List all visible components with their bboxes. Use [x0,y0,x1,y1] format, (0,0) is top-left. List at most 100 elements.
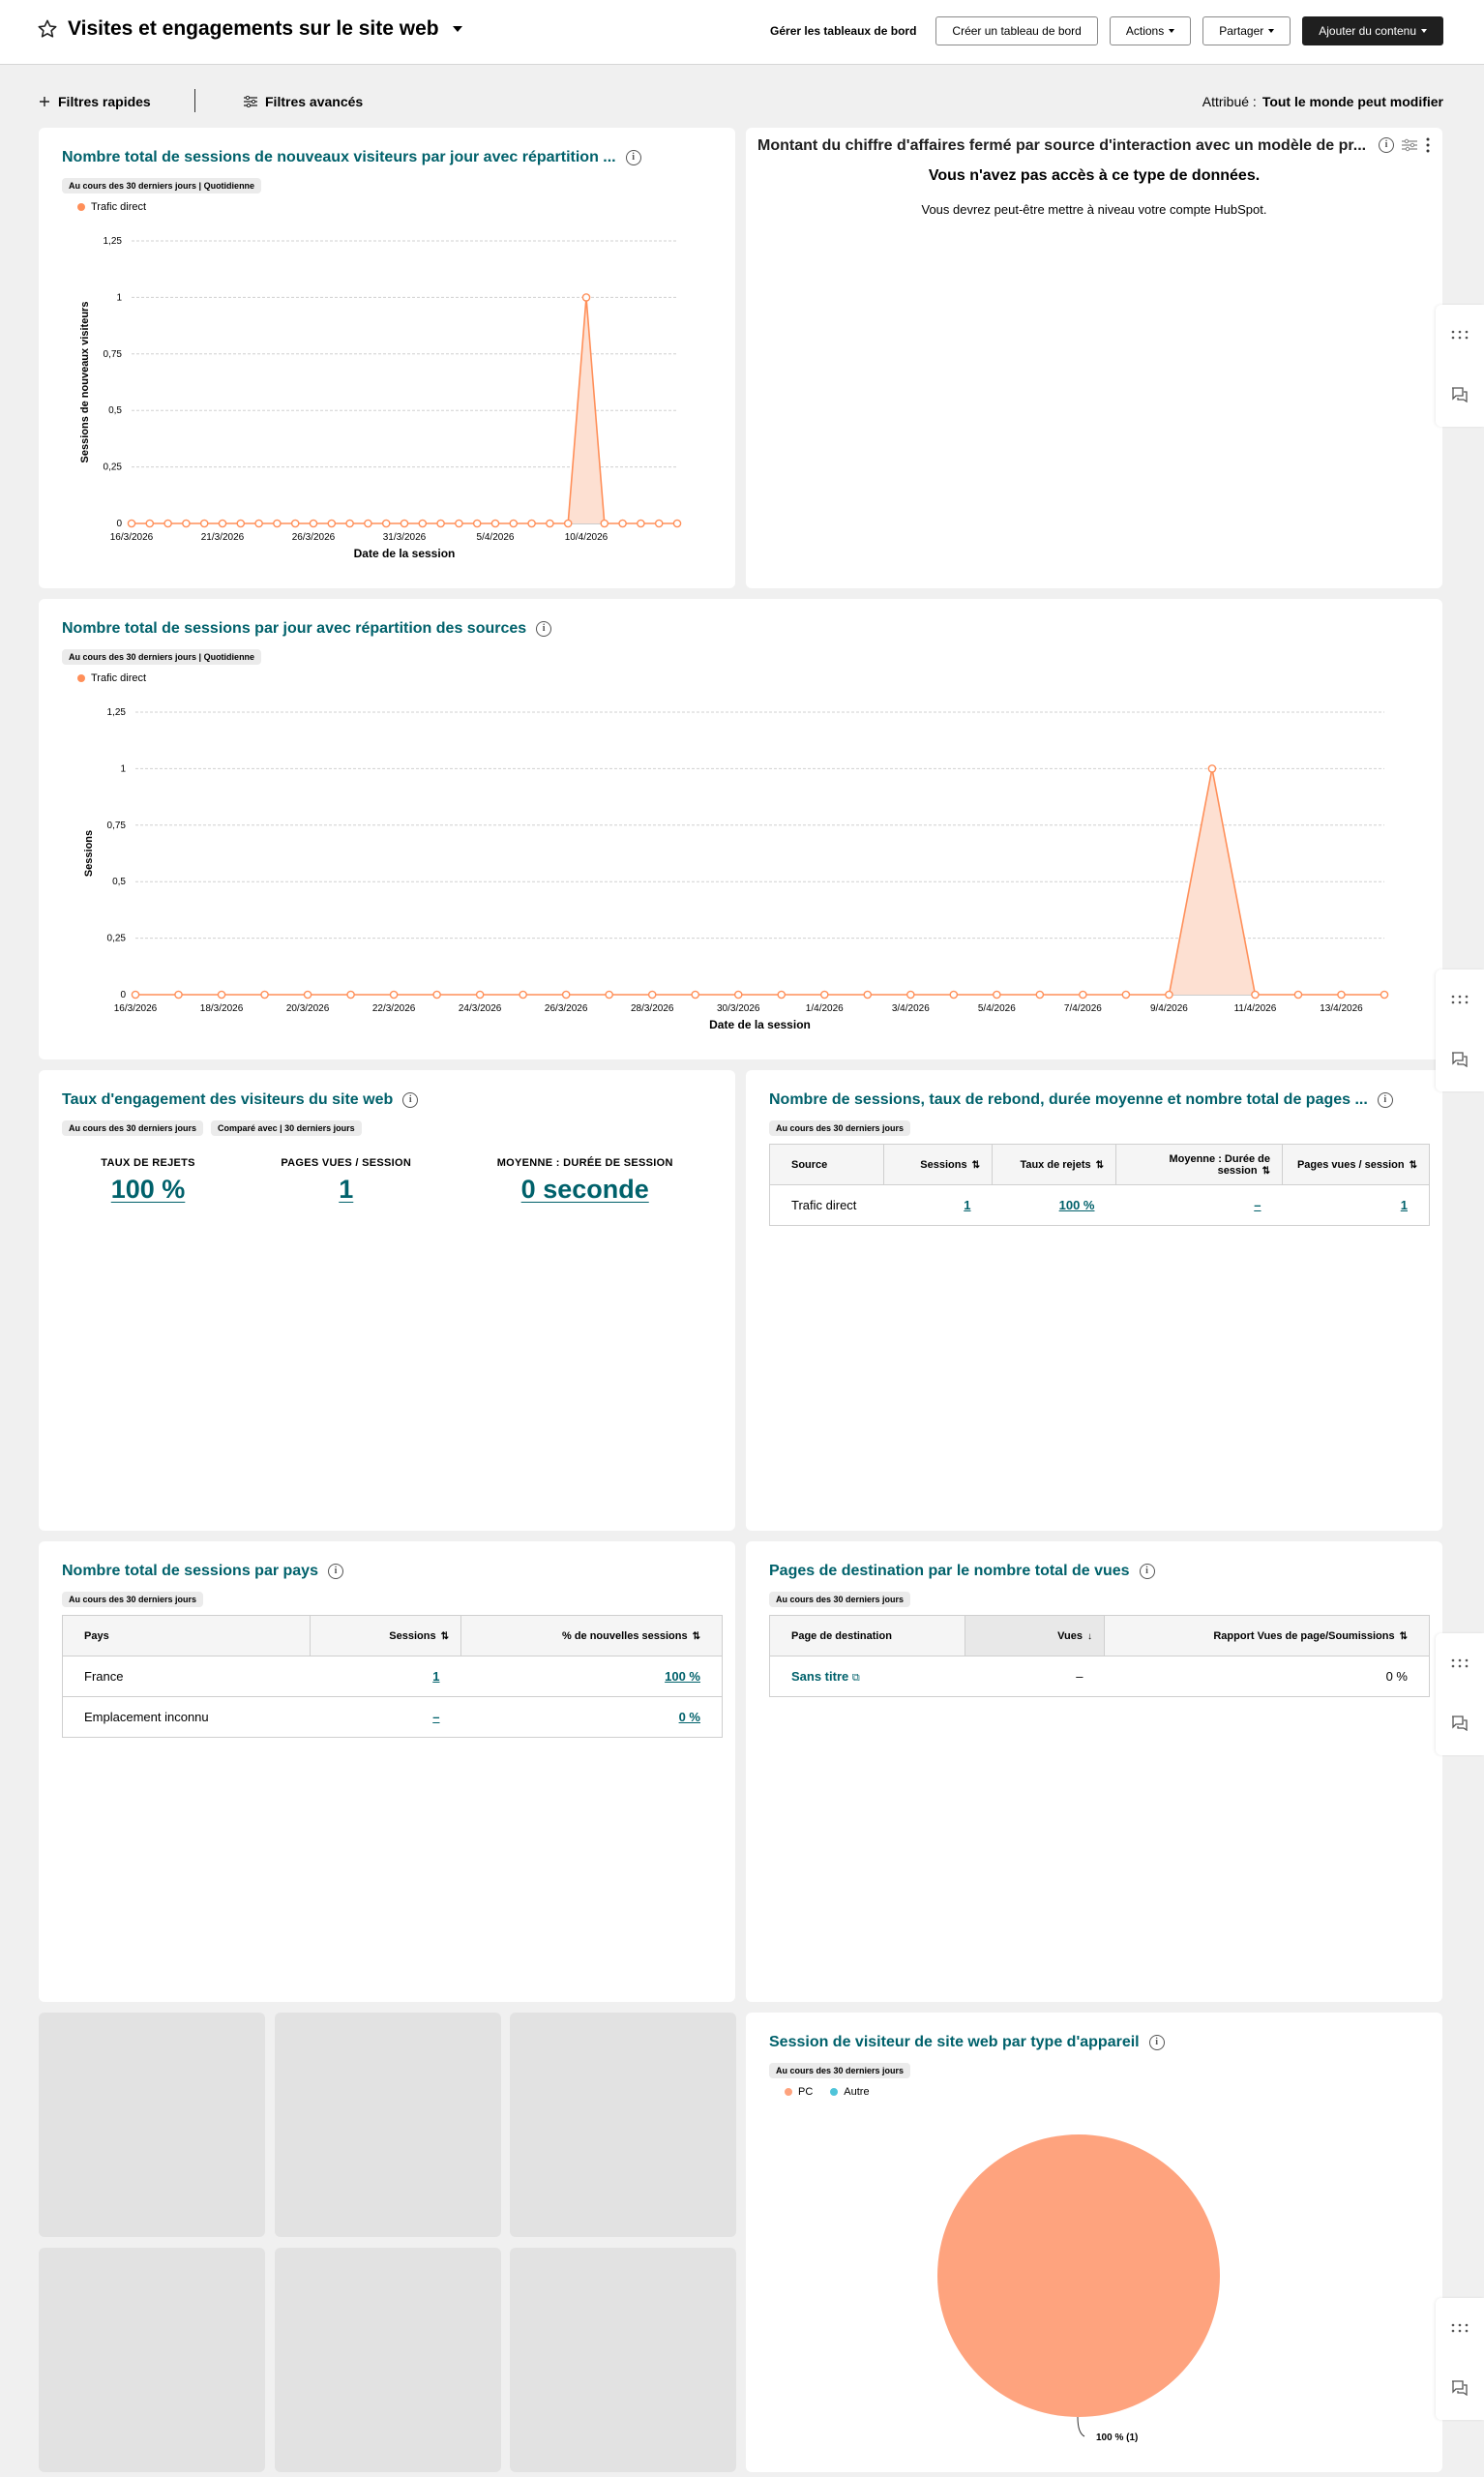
data-point [581,293,591,302]
pie-slice [937,2134,1220,2417]
info-icon[interactable]: i [1379,137,1394,153]
data-point [475,990,485,1000]
card-title-text[interactable]: Montant du chiffre d'affaires fermé par … [757,137,1366,155]
quick-filters-label: Filtres rapides [58,94,151,109]
column-header-ratio[interactable]: Rapport Vues de page/Soumissions ⇅ [1104,1615,1430,1656]
x-tick-label: 26/3/2026 [292,532,336,543]
new-sessions-link[interactable]: 100 % [665,1669,700,1684]
table-header-row: Source Sessions ⇅ Taux de rejets ⇅ Moyenne… [769,1144,1430,1185]
new-sessions-link[interactable]: 0 % [679,1710,700,1724]
info-icon[interactable]: i [402,1092,419,1108]
date-range-tags: Au cours des 30 derniers jours [769,1592,911,1607]
bounce-rate-link[interactable]: 100 % [1059,1198,1095,1212]
share-button[interactable]: Partager [1202,16,1291,45]
column-header-bounce-rate[interactable]: Taux de rejets ⇅ [992,1144,1116,1185]
plus-icon [40,97,49,106]
advanced-filters-button[interactable]: Filtres avancés [244,94,363,109]
column-header-views[interactable]: Vues ↓ [965,1615,1105,1656]
add-content-button[interactable]: Ajouter du contenu [1302,16,1443,45]
card-title-text[interactable]: Nombre de sessions, taux de rebond, duré… [769,1091,1368,1109]
chevron-down-icon[interactable] [452,26,462,32]
manage-dashboards-link[interactable]: Gérer les tableaux de bord [770,24,916,38]
column-header-label: Vues [1057,1629,1083,1642]
star-icon[interactable] [37,18,58,40]
sessions-link[interactable]: 1 [964,1198,970,1212]
no-access-heading: Vous n'avez pas accès à ce type de donné… [928,167,1261,184]
sliders-icon [244,96,257,107]
info-icon[interactable]: i [1377,1092,1393,1108]
data-point [199,519,209,528]
column-header-sessions[interactable]: Sessions ⇅ [310,1615,461,1656]
y-axis-title: Sessions [83,830,95,877]
assigned-info: Attribué : Tout le monde peut modifier [1202,94,1443,109]
drag-handle-icon[interactable] [1436,2298,1484,2358]
data-point [1293,990,1303,1000]
y-tick-label: 0,75 [104,349,123,360]
data-point [218,519,227,528]
date-range-tags: Au cours des 30 derniers jours Comparé a… [62,1120,362,1136]
data-point [777,990,787,1000]
x-tick-label: 7/4/2026 [1064,1003,1102,1014]
x-tick-label: 16/3/2026 [110,532,154,543]
card-title-text[interactable]: Taux d'engagement des visiteurs du site … [62,1091,393,1109]
y-tick-label: 0,75 [107,821,127,831]
data-point [145,519,155,528]
avg-duration-link[interactable]: – [1254,1198,1261,1212]
card-title-text[interactable]: Pages de destination par le nombre total… [769,1563,1130,1580]
table-header-row: Page de destination Vues ↓ Rapport Vues d… [769,1615,1430,1656]
top-bar: Visites et engagements sur le site web G… [0,0,1484,65]
column-header-new-sessions[interactable]: % de nouvelles sessions ⇅ [460,1615,723,1656]
comments-icon[interactable] [1436,1693,1484,1753]
landing-page-link[interactable]: Sans titre [791,1669,848,1684]
loading-placeholder [275,2248,501,2472]
landing-pages-table: Page de destination Vues ↓ Rapport Vues d… [769,1615,1430,1697]
quick-filters-button[interactable]: Filtres rapides [39,94,151,109]
kpi-value[interactable]: 100 % [101,1175,195,1205]
column-header-label: Source [791,1158,828,1171]
sliders-icon[interactable] [1402,138,1417,152]
column-header-avg-duration[interactable]: Moyenne : Durée de session ⇅ [1115,1144,1283,1185]
sort-icon: ⇅ [1095,1159,1104,1171]
drag-handle-icon[interactable] [1436,970,1484,1030]
chevron-down-icon [1169,29,1175,33]
data-point [654,519,664,528]
sessions-link[interactable]: 1 [432,1669,439,1684]
data-point [672,519,682,528]
y-tick-label: 0,25 [107,934,127,944]
comments-icon[interactable] [1436,2358,1484,2418]
x-tick-label: 16/3/2026 [114,1003,158,1014]
column-header-pageviews[interactable]: Pages vues / session ⇅ [1282,1144,1430,1185]
column-header-sessions[interactable]: Sessions ⇅ [883,1144,993,1185]
drag-handle-icon[interactable] [1436,305,1484,365]
data-point [691,990,700,1000]
kpi-value[interactable]: 0 seconde [497,1175,673,1205]
x-tick-label: 5/4/2026 [477,532,515,543]
dashboard-title[interactable]: Visites et engagements sur le site web [68,17,439,41]
countries-card: Nombre total de sessions par pays i Au co… [39,1541,735,2002]
more-options-icon[interactable] [1425,137,1431,153]
comments-icon[interactable] [1436,365,1484,425]
create-dashboard-button[interactable]: Créer un tableau de bord [935,16,1098,45]
drag-handle-icon[interactable] [1436,1633,1484,1693]
comments-icon[interactable] [1436,1030,1484,1089]
chevron-down-icon [1268,29,1275,33]
column-header-source: Source [769,1144,884,1185]
cell-country: France [62,1656,311,1697]
data-point [519,990,527,1000]
external-link-icon[interactable]: ⧉ [852,1672,860,1684]
kpi-value[interactable]: 1 [281,1175,411,1205]
actions-label: Actions [1125,24,1165,38]
x-tick-label: 21/3/2026 [201,532,245,543]
actions-button[interactable]: Actions [1109,16,1192,45]
info-icon[interactable]: i [327,1564,343,1579]
data-point [647,990,657,1000]
filter-bar: Filtres rapides Filtres avancés Attribué… [0,65,1484,134]
info-icon[interactable]: i [1139,1564,1155,1579]
card-title-text[interactable]: Nombre total de sessions par pays [62,1563,318,1580]
y-tick-label: 1,25 [104,236,123,247]
data-point [906,990,915,1000]
column-header-country: Pays [62,1615,311,1656]
pageviews-link[interactable]: 1 [1401,1198,1408,1212]
sessions-link[interactable]: – [432,1710,439,1724]
assigned-value[interactable]: Tout le monde peut modifier [1262,94,1443,109]
